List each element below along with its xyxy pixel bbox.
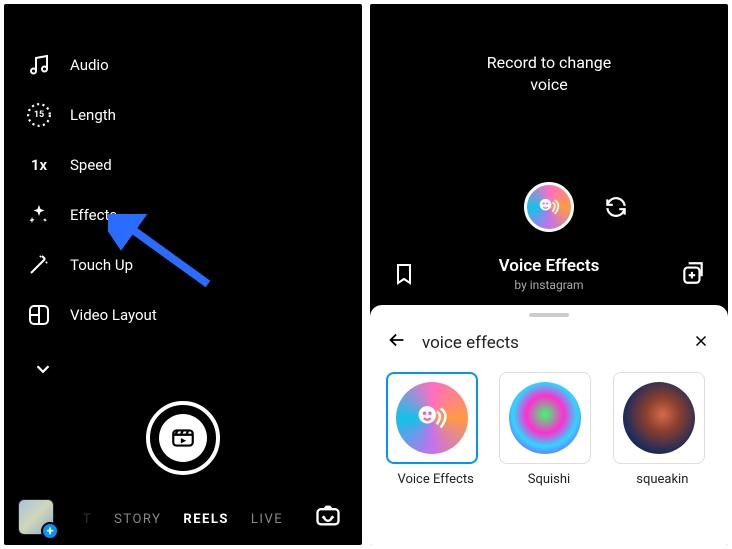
refresh-icon: [603, 194, 629, 220]
switch-camera-icon: [314, 501, 342, 529]
reels-camera-screen: Audio 15 Length 1x Speed: [4, 4, 362, 545]
capture-button[interactable]: [146, 401, 220, 475]
mode-t[interactable]: T: [83, 512, 92, 527]
clear-search-button[interactable]: [690, 331, 712, 355]
mode-reels[interactable]: REELS: [183, 512, 229, 527]
tool-effects-label: Effects: [70, 206, 117, 224]
tool-effects[interactable]: Effects: [26, 202, 157, 228]
squeakin-thumb-icon: [623, 382, 695, 454]
effect-result-label: Squishi: [499, 472, 598, 487]
camera-mode-tabs: T STORY REELS LIVE: [4, 512, 362, 527]
mode-live[interactable]: LIVE: [251, 512, 283, 527]
speed-1x-icon: 1x: [26, 152, 52, 178]
effect-title: Voice Effects: [370, 256, 728, 276]
effect-search-sheet: voice effects: [370, 305, 728, 545]
effect-results: Voice Effects Squishi squeakin: [370, 368, 728, 491]
arrow-left-icon: [386, 329, 408, 351]
effect-result-voice-effects[interactable]: Voice Effects: [386, 372, 485, 487]
tool-video-layout[interactable]: Video Layout: [26, 302, 157, 328]
add-effect-to-reel-button[interactable]: [680, 260, 706, 290]
effect-result-label: squeakin: [613, 472, 712, 487]
voice-effects-thumb-icon: [396, 382, 468, 454]
tool-audio-label: Audio: [70, 56, 109, 74]
reels-clapper-icon: [159, 414, 207, 462]
close-icon: [692, 332, 710, 350]
add-to-stack-icon: [680, 260, 706, 286]
chevron-down-icon: [30, 356, 56, 382]
effect-result-squeakin[interactable]: squeakin: [613, 372, 712, 487]
tool-video-layout-label: Video Layout: [70, 306, 157, 324]
effect-title-block: Voice Effects by instagram: [370, 256, 728, 292]
squishi-thumb-icon: [509, 382, 581, 454]
search-query-text[interactable]: voice effects: [422, 333, 676, 353]
grid-layout-icon: [26, 302, 52, 328]
switch-camera-button[interactable]: [312, 499, 344, 531]
camera-tool-stack: Audio 15 Length 1x Speed: [26, 52, 157, 382]
voice-effect-icon: [535, 193, 563, 221]
record-prompt: Record to change voice: [370, 52, 728, 95]
current-effect-button[interactable]: [524, 182, 574, 232]
sparkle-icon: [26, 202, 52, 228]
length-15-icon: 15: [26, 102, 52, 128]
search-row: voice effects: [370, 323, 728, 368]
tool-length-label: Length: [70, 106, 116, 124]
effect-author: by instagram: [370, 278, 728, 292]
effect-browser-screen: Record to change voice Voice Effects by …: [370, 4, 728, 545]
sheet-drag-handle[interactable]: [529, 313, 569, 317]
music-note-icon: [26, 52, 52, 78]
back-button[interactable]: [386, 329, 408, 356]
expand-tools-button[interactable]: [30, 356, 157, 382]
tool-speed-label: Speed: [70, 156, 112, 174]
tool-length[interactable]: 15 Length: [26, 102, 157, 128]
magic-wand-icon: [26, 252, 52, 278]
tool-touchup[interactable]: Touch Up: [26, 252, 157, 278]
tool-touchup-label: Touch Up: [70, 256, 133, 274]
tool-speed[interactable]: 1x Speed: [26, 152, 157, 178]
tool-audio[interactable]: Audio: [26, 52, 157, 78]
mode-story[interactable]: STORY: [114, 512, 161, 527]
reset-effect-button[interactable]: [603, 194, 631, 222]
effect-result-label: Voice Effects: [386, 472, 485, 487]
effect-result-squishi[interactable]: Squishi: [499, 372, 598, 487]
